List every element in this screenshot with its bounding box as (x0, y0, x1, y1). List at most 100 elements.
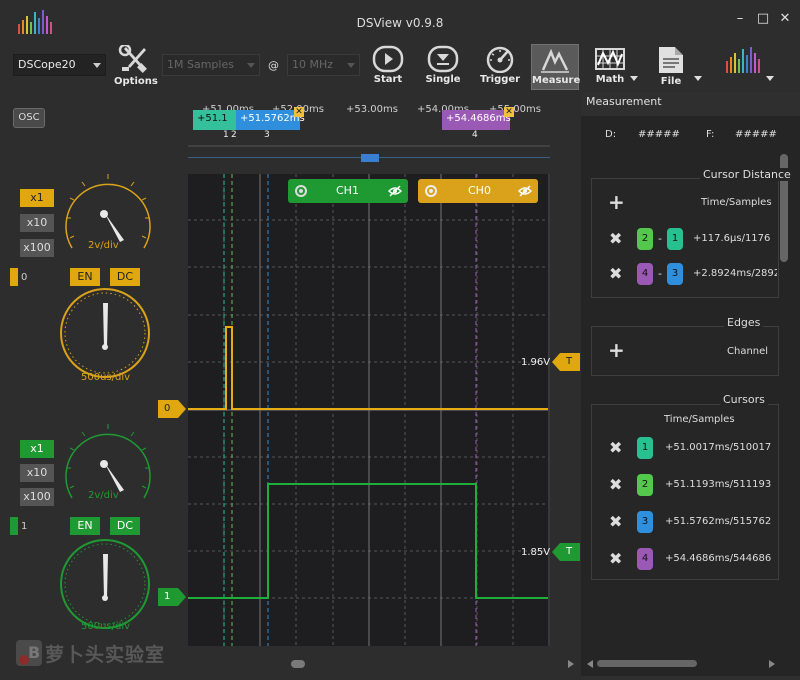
plot-scrollbar[interactable] (188, 658, 578, 670)
ch1-scale-x100-button[interactable]: x100 (20, 488, 54, 506)
distance-1-cursor-b[interactable]: 1 (667, 228, 683, 250)
osc-mode-button[interactable]: OSC (13, 108, 45, 128)
distance-2-dash: - (658, 267, 662, 280)
remove-cursor-2-button[interactable]: ✖ (609, 477, 622, 493)
close-button[interactable]: ✕ (778, 12, 792, 26)
add-edge-button[interactable]: + (608, 340, 625, 360)
close-icon[interactable]: ✕ (504, 107, 514, 117)
panel-h-scrollbar-thumb[interactable] (597, 660, 697, 667)
ch0-vdiv-label: 2v/div (88, 240, 119, 251)
display-dropdown-icon[interactable] (766, 76, 774, 81)
watermark-logo-letter: B (28, 643, 40, 662)
ch1-scale-x1-button[interactable]: x1 (20, 440, 54, 458)
device-select[interactable]: DSCope20 (13, 54, 106, 76)
options-label: Options (114, 76, 158, 87)
device-select-value: DSCope20 (18, 58, 76, 71)
math-button[interactable]: Math (590, 44, 630, 90)
distance-1-value: +117.6µs/1176 (693, 233, 771, 244)
cursor-3-value: +51.5762ms/515762 (665, 516, 772, 527)
measure-icon (541, 48, 569, 73)
single-button[interactable]: Single (423, 44, 463, 90)
timebase-dial-yellow[interactable] (57, 285, 153, 381)
distance-1-cursor-a[interactable]: 2 (637, 228, 653, 250)
ch0-en-button[interactable]: EN (70, 268, 100, 286)
ch1-en-button[interactable]: EN (70, 517, 100, 535)
trigger-button[interactable]: Trigger (480, 44, 520, 90)
options-button[interactable]: Options (114, 44, 158, 90)
cursor-4-value: +54.4686ms/544686 (665, 553, 772, 564)
cursor-flag-4-text: +54.4686ms (446, 113, 511, 124)
remove-distance-2-button[interactable]: ✖ (609, 266, 622, 282)
remove-cursor-1-button[interactable]: ✖ (609, 440, 622, 456)
ch1-header[interactable]: CH1 (288, 179, 408, 203)
rate-select-value: 10 MHz (292, 58, 334, 71)
chevron-down-icon (247, 63, 255, 68)
scroll-left-icon[interactable] (587, 660, 593, 668)
cursor-1-badge[interactable]: 1 (637, 437, 653, 459)
timebase-dial-green[interactable] (57, 536, 153, 632)
ch0-trigger-level: 1.96V (521, 357, 551, 368)
display-button[interactable] (722, 44, 766, 90)
math-dropdown-icon[interactable] (630, 76, 638, 81)
waveform-plot[interactable] (188, 174, 550, 646)
ch1-vdiv-label: 2v/div (88, 490, 119, 501)
measure-button[interactable]: Measure (531, 44, 580, 90)
start-button[interactable]: Start (368, 44, 408, 90)
timebase-label-yellow: 500us/div (81, 372, 131, 383)
ch1-dc-button[interactable]: DC (110, 517, 140, 535)
cursor-4-number: 4 (472, 130, 478, 140)
ch1-scale-x10-button[interactable]: x10 (20, 464, 54, 482)
cursor-flag-3[interactable]: +51.5762ms ✕ (236, 107, 305, 130)
file-button[interactable]: File (653, 44, 689, 90)
panel-h-scrollbar[interactable] (587, 659, 777, 669)
ch1-index: 1 (21, 521, 28, 532)
minimize-button[interactable]: – (733, 12, 747, 26)
eye-icon[interactable] (518, 184, 532, 198)
add-cursor-distance-button[interactable]: + (608, 192, 625, 212)
close-icon[interactable]: ✕ (294, 107, 304, 117)
start-label: Start (373, 74, 403, 85)
scroll-right-icon[interactable] (769, 660, 775, 668)
ch1-color-chip (10, 517, 18, 535)
ch1-trigger-level: 1.85V (521, 547, 551, 558)
start-icon (372, 45, 404, 73)
gear-icon[interactable] (424, 184, 438, 198)
cursor-3-number: 3 (264, 130, 270, 140)
eye-icon[interactable] (388, 184, 402, 198)
ch1-trigger-tag: T (566, 546, 573, 557)
maximize-button[interactable]: □ (756, 12, 770, 26)
waveform-canvas (188, 174, 550, 646)
cursor-distance-title: Cursor Distance (700, 168, 794, 181)
overview-thumb[interactable] (361, 154, 379, 162)
cursor-4-badge[interactable]: 4 (637, 548, 653, 570)
distance-2-cursor-a[interactable]: 4 (637, 263, 653, 285)
rate-select[interactable]: 10 MHz (287, 54, 360, 76)
plot-scrollbar-thumb[interactable] (291, 660, 305, 668)
file-dropdown-icon[interactable] (694, 76, 702, 81)
cursor-3-badge[interactable]: 3 (637, 511, 653, 533)
ch0-offset-marker[interactable] (158, 400, 188, 418)
chevron-down-icon (347, 63, 355, 68)
distance-2-cursor-b[interactable]: 3 (667, 263, 683, 285)
f-label: F: (706, 129, 715, 140)
ch1-offset-marker[interactable] (158, 588, 188, 606)
ch0-scale-x100-button[interactable]: x100 (20, 239, 54, 257)
remove-distance-1-button[interactable]: ✖ (609, 231, 622, 247)
ch0-scale-x1-button[interactable]: x1 (20, 189, 54, 207)
single-label: Single (425, 74, 461, 85)
scroll-right-icon[interactable] (568, 660, 574, 668)
cursor-2-badge[interactable]: 2 (637, 474, 653, 496)
single-icon (427, 45, 459, 73)
remove-cursor-4-button[interactable]: ✖ (609, 551, 622, 567)
cursors-title: Cursors (720, 393, 768, 406)
file-label: File (660, 76, 682, 87)
samples-select[interactable]: 1M Samples (162, 54, 260, 76)
gear-icon[interactable] (294, 184, 308, 198)
ch0-dc-button[interactable]: DC (110, 268, 140, 286)
ch0-scale-x10-button[interactable]: x10 (20, 214, 54, 232)
ch0-header[interactable]: CH0 (418, 179, 538, 203)
cursor-flag-4[interactable]: +54.4686ms ✕ (442, 107, 514, 130)
options-icon (118, 45, 147, 73)
remove-cursor-3-button[interactable]: ✖ (609, 514, 622, 530)
ch0-marker-label: 0 (164, 403, 171, 414)
